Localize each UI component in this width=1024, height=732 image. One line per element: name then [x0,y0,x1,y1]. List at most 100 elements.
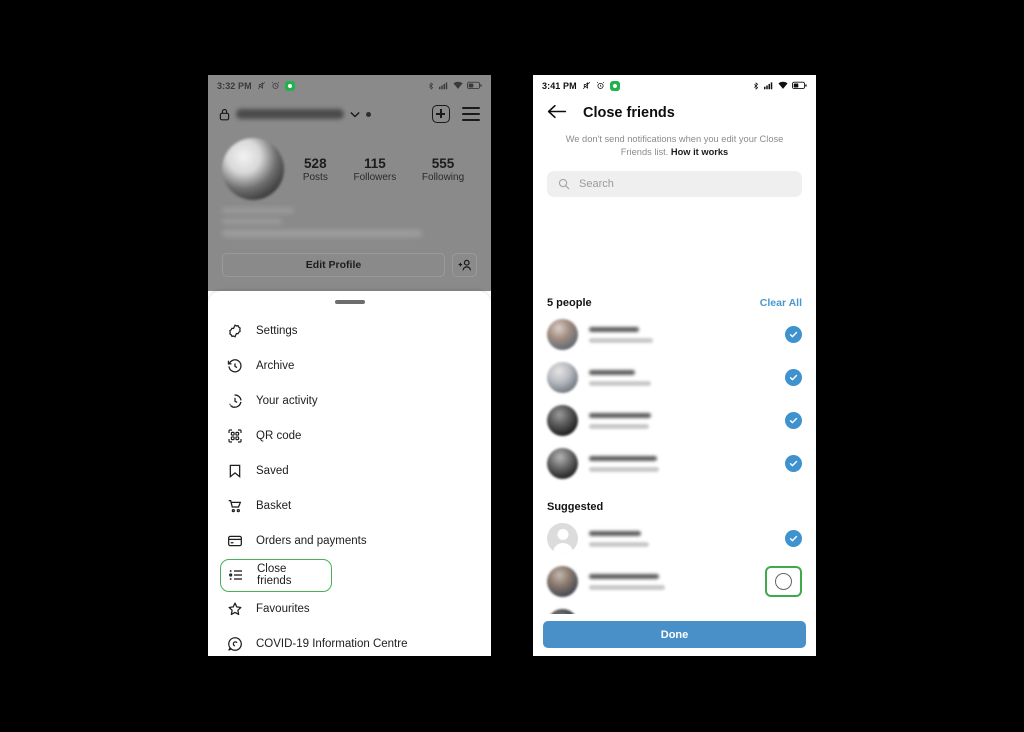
posts-count: 528 [304,155,327,171]
stat-posts[interactable]: 528 Posts [303,156,328,183]
profile-action-row: Edit Profile [208,243,491,289]
right-phone-screen: 3:41 PM Close friends We don't send noti… [533,75,816,656]
bluetooth-icon [427,81,435,91]
menu-item-your-activity[interactable]: Your activity [208,384,491,419]
signal-icon [439,81,449,90]
username-redacted[interactable] [236,109,344,119]
stat-following[interactable]: 555 Following [422,156,464,183]
check-toggle-selected[interactable] [785,369,802,386]
chevron-down-icon[interactable] [350,111,360,118]
avatar [547,448,578,479]
section-header-people: 5 people Clear All [533,283,816,313]
close-friends-list-icon [227,567,244,584]
page-title: Close friends [583,105,675,121]
list-item[interactable] [533,399,816,442]
name-redacted [589,326,774,343]
list-item[interactable] [533,356,816,399]
menu-item-close-friends[interactable]: Close friends [220,558,332,592]
followers-label: Followers [353,171,397,183]
how-it-works-link[interactable]: How it works [671,147,728,157]
check-toggle-highlight-box[interactable] [765,566,802,597]
menu-item-orders-and-payments[interactable]: Orders and payments [208,524,491,559]
search-wrapper: Search [533,159,816,198]
menu-item-covid-information-centre[interactable]: COVID-19 Information Centre [208,627,491,657]
signal-icon [764,81,774,90]
menu-item-label: Archive [256,360,295,372]
status-time: 3:32 PM [217,80,252,91]
menu-item-archive[interactable]: Archive [208,349,491,384]
menu-list: Settings Archive Your activity QR code S… [208,304,491,657]
stat-followers[interactable]: 115 Followers [353,156,396,183]
close-friends-topbar: Close friends [533,96,816,127]
name-redacted [589,530,774,547]
followers-count: 115 [363,155,386,171]
done-button[interactable]: Done [543,621,806,648]
battery-icon [792,81,807,90]
people-list[interactable]: 5 people Clear All Suggested [533,283,816,614]
lock-icon [219,108,230,121]
green-app-icon [284,80,295,91]
unread-dot [366,111,371,117]
menu-item-label: COVID-19 Information Centre [256,638,408,650]
search-icon [558,178,570,190]
profile-bio-redacted [208,200,491,237]
check-toggle-selected[interactable] [785,326,802,343]
following-count: 555 [431,155,455,171]
edit-profile-button[interactable]: Edit Profile [222,253,445,277]
list-item[interactable] [533,517,816,560]
menu-item-label: Saved [256,465,289,477]
check-toggle-selected[interactable] [785,412,802,429]
left-phone-screen: 3:32 PM 528 Posts 115 Followers 555 Foll… [208,75,491,656]
shopping-basket-icon [226,498,243,515]
avatar [547,523,578,554]
posts-label: Posts [302,171,328,183]
check-toggle-unselected[interactable] [775,573,792,590]
close-friends-note: We don't send notifications when you edi… [533,127,816,159]
square-plus-icon[interactable] [432,105,450,123]
menu-item-saved[interactable]: Saved [208,454,491,489]
search-input[interactable]: Search [547,171,802,198]
menu-item-favourites[interactable]: Favourites [208,592,491,627]
name-redacted [589,455,774,472]
mute-icon [582,81,591,90]
back-arrow-icon[interactable] [547,103,567,123]
section-title: Suggested [547,501,604,513]
clear-all-button[interactable]: Clear All [760,297,802,309]
credit-card-icon [226,533,243,550]
archive-clock-icon [226,358,243,375]
menu-item-settings[interactable]: Settings [208,314,491,349]
search-placeholder: Search [579,178,614,191]
menu-item-qr-code[interactable]: QR code [208,419,491,454]
instagram-profile-header [208,96,491,132]
list-item[interactable] [533,442,816,485]
check-toggle-selected[interactable] [785,455,802,472]
menu-item-basket[interactable]: Basket [208,489,491,524]
star-favourites-icon [226,601,243,618]
wifi-icon [453,81,463,90]
avatar [547,319,578,350]
right-status-bar: 3:41 PM [533,75,816,96]
list-item[interactable] [533,313,816,356]
name-redacted [589,412,774,429]
section-title: 5 people [547,297,592,309]
green-app-icon [609,80,620,91]
your-activity-clock-icon [226,393,243,410]
list-item[interactable] [533,603,816,614]
list-item-highlighted[interactable] [533,560,816,603]
done-bar: Done [533,614,816,656]
avatar[interactable] [222,138,284,200]
name-redacted [589,369,774,386]
menu-item-label: Orders and payments [256,535,367,547]
menu-item-label: Close friends [257,563,292,587]
check-toggle-selected[interactable] [785,530,802,547]
hamburger-menu-icon[interactable] [462,107,480,121]
name-redacted [589,573,754,590]
avatar [547,405,578,436]
profile-menu-sheet: Settings Archive Your activity QR code S… [208,291,491,656]
bookmark-saved-icon [226,463,243,480]
add-person-icon[interactable] [452,253,477,277]
profile-stats-row: 528 Posts 115 Followers 555 Following [208,132,491,200]
bluetooth-icon [752,81,760,91]
menu-item-label: QR code [256,430,302,442]
left-phone-dim-overlay: 3:32 PM 528 Posts 115 Followers 555 Foll… [208,75,491,291]
